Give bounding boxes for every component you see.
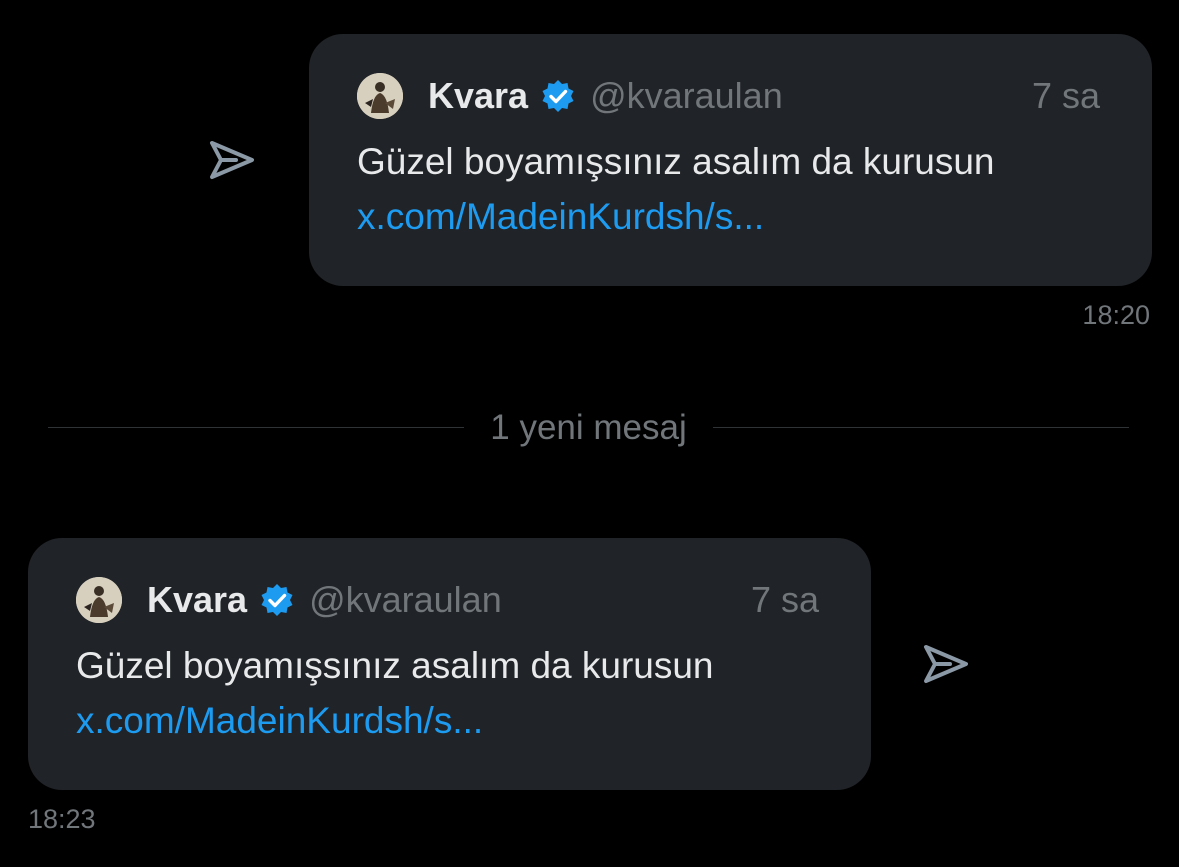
quoted-post-text: Güzel boyamışsınız asalım da kurusun bbox=[76, 645, 714, 686]
quoted-post-link[interactable]: x.com/MadeinKurdsh/s... bbox=[357, 195, 764, 239]
received-message-bubble[interactable]: Kvara @kvaraulan 7 sa Güzel boyamışsınız… bbox=[28, 538, 871, 790]
post-time: 7 sa bbox=[750, 579, 819, 620]
share-icon[interactable] bbox=[206, 134, 258, 186]
quoted-post-link[interactable]: x.com/MadeinKurdsh/s... bbox=[76, 699, 483, 743]
share-icon[interactable] bbox=[920, 638, 972, 690]
quoted-post-text: Güzel boyamışsınız asalım da kurusun bbox=[357, 141, 995, 182]
post-time: 7 sa bbox=[1031, 75, 1100, 116]
author-handle: @kvaraulan bbox=[590, 75, 783, 116]
author-handle: @kvaraulan bbox=[309, 579, 502, 620]
verified-badge-icon bbox=[259, 582, 295, 618]
quoted-post-header: Kvara @kvaraulan 7 sa bbox=[76, 576, 819, 624]
divider-line bbox=[48, 426, 465, 428]
avatar[interactable] bbox=[357, 73, 403, 119]
message-timestamp: 18:23 bbox=[28, 804, 96, 834]
divider-label: 1 yeni mesaj bbox=[490, 407, 687, 447]
divider-line bbox=[712, 426, 1130, 428]
sent-message-bubble[interactable]: Kvara @kvaraulan 7 sa Güzel boyamışsınız… bbox=[309, 34, 1152, 286]
author-name[interactable]: Kvara bbox=[428, 78, 528, 114]
new-messages-divider: 1 yeni mesaj bbox=[48, 402, 1130, 452]
quoted-post-header: Kvara @kvaraulan 7 sa bbox=[357, 72, 1100, 120]
author-name[interactable]: Kvara bbox=[147, 582, 247, 618]
verified-badge-icon bbox=[540, 78, 576, 114]
message-timestamp: 18:20 bbox=[1082, 300, 1150, 330]
avatar[interactable] bbox=[76, 577, 122, 623]
